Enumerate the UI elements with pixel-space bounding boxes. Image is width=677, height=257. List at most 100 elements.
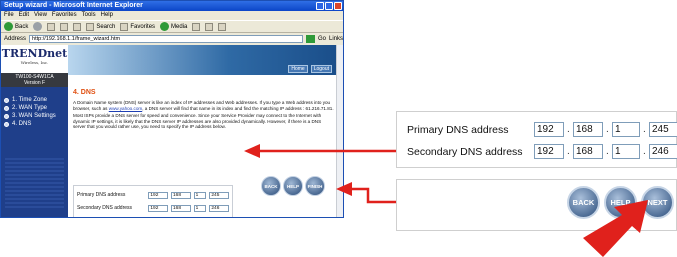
primary-dns-octet-2[interactable]: 168 xyxy=(170,191,191,199)
zoom-primary-label: Primary DNS address xyxy=(407,123,509,136)
print-icon[interactable] xyxy=(218,22,227,31)
go-icon[interactable] xyxy=(305,34,315,43)
media-button[interactable]: Media xyxy=(160,22,187,31)
vertical-scrollbar[interactable] xyxy=(336,45,343,217)
help-button-small[interactable]: HELP xyxy=(283,176,303,196)
menu-help[interactable]: Help xyxy=(101,11,113,20)
secondary-dns-octet-1[interactable]: 192 xyxy=(148,204,168,212)
links-label[interactable]: Links xyxy=(329,36,343,42)
step-label: 2. WAN Type xyxy=(12,105,48,111)
secondary-dns-label: Secondary DNS address xyxy=(77,205,133,211)
model-box: TW100-S4W1CA Version F xyxy=(1,73,68,87)
search-button[interactable]: Search xyxy=(86,22,116,31)
logo-tagline: Wireless, Inc. xyxy=(20,60,49,65)
header-banner: Home Logout xyxy=(68,45,336,75)
zoom-primary-octet-2[interactable]: 168 xyxy=(573,122,603,137)
desc-text: , a DNS server will find that name in it… xyxy=(142,105,334,111)
step-wan-type[interactable]: 2. WAN Type xyxy=(4,104,68,112)
secondary-dns-row: Secondary DNS address 192 168 1 246 xyxy=(74,204,232,212)
menu-tools[interactable]: Tools xyxy=(82,11,96,20)
zoom-primary-octet-4[interactable]: 245 xyxy=(649,122,677,137)
browser-window: Setup wizard - Microsoft Internet Explor… xyxy=(0,0,344,218)
zoom-help-button[interactable]: HELP xyxy=(604,186,637,219)
search-label: Search xyxy=(96,23,116,30)
primary-dns-label: Primary DNS address xyxy=(77,192,126,198)
menu-bar: File Edit View Favorites Tools Help xyxy=(1,11,343,20)
favorites-label: Favorites xyxy=(130,23,156,30)
search-icon xyxy=(86,22,95,31)
page-content: TRENDnet Wireless, Inc. TW100-S4W1CA Ver… xyxy=(1,45,343,217)
forward-icon[interactable] xyxy=(33,22,43,31)
mail-icon[interactable] xyxy=(205,22,214,31)
model-version: Version F xyxy=(23,80,46,86)
step-dns[interactable]: 4. DNS xyxy=(4,120,68,128)
step-bullet-icon xyxy=(4,97,9,103)
zoom-next-button[interactable]: NEXT xyxy=(641,186,674,219)
wizard-nav: BACK HELP FINISH xyxy=(261,176,325,196)
zoom-primary-octet-3[interactable]: 1 xyxy=(612,122,640,137)
step-label: 3. WAN Settings xyxy=(12,113,56,119)
address-input[interactable]: http://192.168.1.1/frame_wizard.htm xyxy=(29,34,303,43)
address-label: Address xyxy=(4,35,27,42)
go-label[interactable]: Go xyxy=(318,36,326,42)
address-bar: Address http://192.168.1.1/frame_wizard.… xyxy=(1,33,343,44)
media-icon xyxy=(160,22,170,31)
primary-dns-octet-4[interactable]: 245 xyxy=(209,191,230,199)
close-button[interactable] xyxy=(334,2,342,10)
back-button[interactable]: Back xyxy=(4,22,28,31)
yahoo-link[interactable]: www.yahoo.com xyxy=(109,106,142,111)
zoom-primary-row: Primary DNS address 192 . 168 . 1 . 245 xyxy=(407,122,677,137)
step-time-zone[interactable]: 1. Time Zone xyxy=(4,96,68,104)
menu-favorites[interactable]: Favorites xyxy=(52,11,77,20)
zoom-secondary-octet-2[interactable]: 168 xyxy=(573,144,603,159)
back-label: Back xyxy=(15,23,29,30)
secondary-dns-octet-3[interactable]: 1 xyxy=(193,204,207,212)
home-link[interactable]: Home xyxy=(288,65,308,73)
refresh-icon[interactable] xyxy=(60,22,69,31)
logout-link[interactable]: Logout xyxy=(310,65,332,73)
zoom-primary-octet-1[interactable]: 192 xyxy=(534,122,564,137)
stop-icon[interactable] xyxy=(47,22,56,31)
browser-toolbar: Back Search Favorites Media xyxy=(1,20,343,33)
wizard-main: 4. DNS A Domain Name system (DNS) server… xyxy=(73,89,335,132)
buttons-callout-line xyxy=(352,187,396,204)
zoom-secondary-octet-3[interactable]: 1 xyxy=(612,144,640,159)
maximize-button[interactable] xyxy=(325,2,333,10)
step-bullet-icon xyxy=(4,113,9,119)
dns-form: Primary DNS address 192 168 1 245 Second… xyxy=(73,185,233,217)
secondary-dns-octet-4[interactable]: 246 xyxy=(209,204,230,212)
menu-view[interactable]: View xyxy=(34,11,47,20)
minimize-button[interactable] xyxy=(316,2,324,10)
dns-description: A Domain Name system (DNS) server is lik… xyxy=(73,100,335,111)
sidebar-decoration xyxy=(5,158,64,208)
browser-titlebar: Setup wizard - Microsoft Internet Explor… xyxy=(1,1,343,11)
step-bullet-icon xyxy=(4,121,9,127)
back-arrow-icon xyxy=(4,22,13,31)
favorites-button[interactable]: Favorites xyxy=(120,22,156,31)
step-label: 1. Time Zone xyxy=(12,97,48,103)
menu-edit[interactable]: Edit xyxy=(19,11,29,20)
star-icon xyxy=(120,22,129,31)
dns-description-2: Most ISPs provide a DNS server for speed… xyxy=(73,113,322,130)
secondary-dns-octet-2[interactable]: 168 xyxy=(170,204,191,212)
wizard-sidebar: TRENDnet Wireless, Inc. TW100-S4W1CA Ver… xyxy=(1,45,68,217)
zoom-dns-panel: Primary DNS address 192 . 168 . 1 . 245 … xyxy=(396,111,677,168)
primary-dns-octet-1[interactable]: 192 xyxy=(148,191,168,199)
zoom-nav-panel: BACK HELP NEXT xyxy=(396,179,677,231)
menu-file[interactable]: File xyxy=(4,11,14,20)
wizard-steps: 1. Time Zone 2. WAN Type 3. WAN Settings… xyxy=(1,87,68,128)
window-title: Setup wizard - Microsoft Internet Explor… xyxy=(4,2,143,9)
zoom-back-button[interactable]: BACK xyxy=(567,186,600,219)
primary-dns-octet-3[interactable]: 1 xyxy=(193,191,207,199)
step-wan-settings[interactable]: 3. WAN Settings xyxy=(4,112,68,120)
step-label: 4. DNS xyxy=(12,121,32,127)
zoom-secondary-octet-1[interactable]: 192 xyxy=(534,144,564,159)
zoom-secondary-octet-4[interactable]: 246 xyxy=(649,144,677,159)
step-bullet-icon xyxy=(4,105,9,111)
logo: TRENDnet Wireless, Inc. xyxy=(1,45,68,73)
history-icon[interactable] xyxy=(192,22,201,31)
zoom-secondary-row: Secondary DNS address 192 . 168 . 1 . 24… xyxy=(407,144,677,159)
back-button-small[interactable]: BACK xyxy=(261,176,281,196)
finish-button-small[interactable]: FINISH xyxy=(305,176,325,196)
home-icon[interactable] xyxy=(73,22,82,31)
